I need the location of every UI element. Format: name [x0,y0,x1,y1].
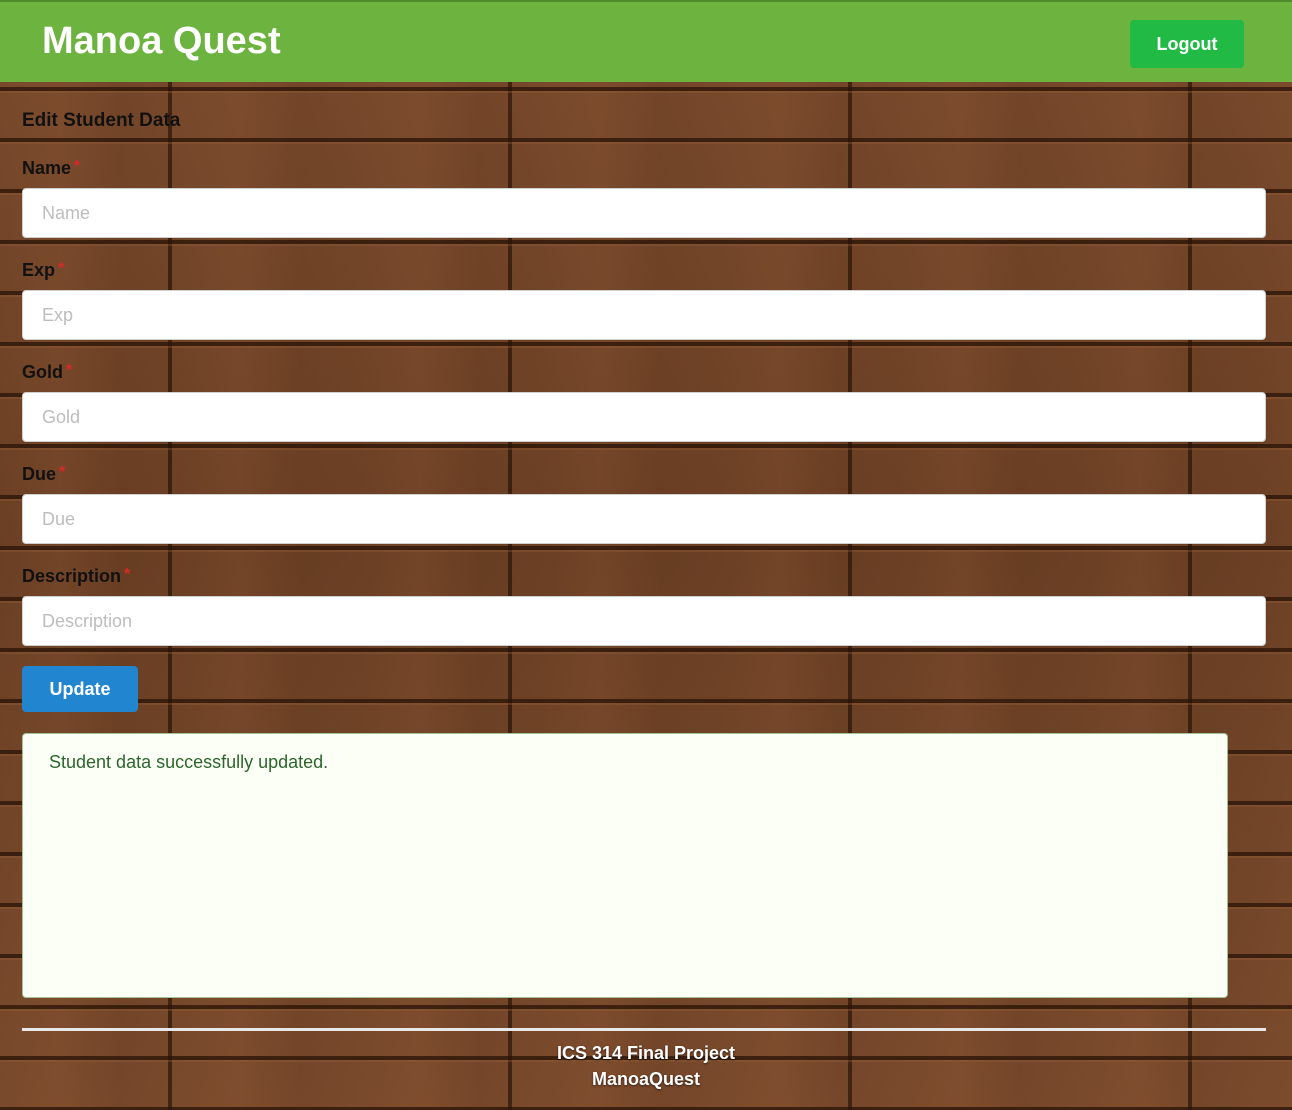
due-label-text: Due [22,464,57,484]
footer-project-title: ICS 314 Final Project [556,1043,736,1063]
description-label: Description * [22,566,130,587]
required-marker: * [124,566,131,583]
due-label: Due * [22,464,65,485]
required-marker: * [59,464,66,481]
exp-input[interactable] [22,290,1266,340]
required-marker: * [66,362,73,379]
gold-label: Gold * [22,362,72,383]
description-label-text: Description [22,566,122,586]
app-brand[interactable]: Manoa Quest [42,20,281,63]
required-marker: * [58,260,65,277]
update-button[interactable]: Update [22,666,138,712]
logout-button[interactable]: Logout [1130,20,1244,68]
form-title: Edit Student Data [22,110,181,131]
required-marker: * [74,158,81,175]
name-label-text: Name [22,158,72,178]
description-input[interactable] [22,596,1266,646]
due-input[interactable] [22,494,1266,544]
gold-label-text: Gold [22,362,63,382]
success-message-text: Student data successfully updated. [49,752,329,772]
name-label: Name * [22,158,80,179]
footer-app-name: ManoaQuest [591,1069,701,1089]
success-message: Student data successfully updated. [22,733,1228,998]
exp-label: Exp * [22,260,64,281]
exp-label-text: Exp [22,260,56,280]
name-input[interactable] [22,188,1266,238]
gold-input[interactable] [22,392,1266,442]
footer-divider [22,1028,1266,1031]
top-navbar: Manoa Quest Logout [0,0,1292,82]
